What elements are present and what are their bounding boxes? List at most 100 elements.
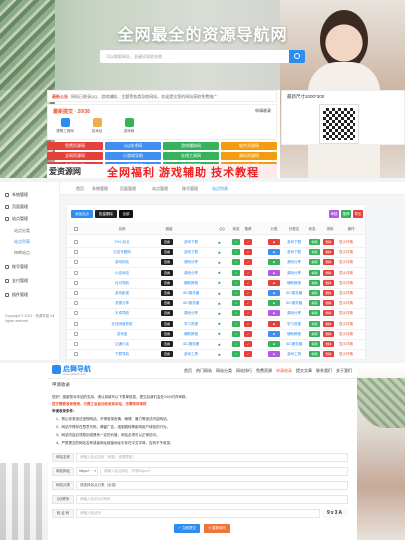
recommend-flag[interactable]: ✓ bbox=[244, 351, 252, 358]
row-link-badge[interactable]: 查看 bbox=[161, 330, 173, 337]
status-flag[interactable]: ✓ bbox=[232, 249, 240, 256]
row-category[interactable]: 源码分享 bbox=[177, 271, 205, 276]
nav-link[interactable]: 免费资源 bbox=[256, 368, 272, 374]
row-category[interactable]: 游戏下载 bbox=[177, 240, 205, 245]
detail-link[interactable]: 显示详情 bbox=[339, 311, 353, 316]
row-category[interactable]: 游戏工具 bbox=[177, 352, 205, 357]
row-category[interactable]: 源码分享 bbox=[177, 311, 205, 316]
delete-button[interactable]: 删除 bbox=[323, 269, 334, 276]
search-icon[interactable] bbox=[289, 50, 305, 63]
menu-item[interactable]: 页面管理 bbox=[5, 204, 28, 210]
nav-link[interactable]: 关于我们 bbox=[336, 368, 352, 374]
category-select[interactable]: 请选择站点分类（必选） bbox=[76, 481, 348, 490]
status-flag[interactable]: ✓ bbox=[232, 300, 240, 307]
edit-button[interactable]: 编辑 bbox=[309, 290, 320, 296]
delete-button[interactable]: 删除 bbox=[323, 310, 334, 317]
row-category[interactable]: IDC服务器 bbox=[177, 301, 205, 306]
row-category[interactable]: 辅助教程 bbox=[177, 332, 205, 337]
app-item[interactable]: 游戏网 bbox=[118, 118, 140, 134]
delete-button[interactable]: 删除 bbox=[323, 239, 334, 245]
delete-button[interactable]: 删除 bbox=[323, 249, 334, 256]
row-link-badge[interactable]: 查看 bbox=[161, 351, 173, 358]
status-flag[interactable]: ✓ bbox=[232, 341, 240, 347]
recommend-flag[interactable]: ✓ bbox=[244, 310, 252, 317]
recommend-flag[interactable]: ✓ bbox=[244, 269, 252, 276]
detail-link[interactable]: 显示详情 bbox=[339, 250, 353, 255]
menu-item[interactable]: 账号管理 bbox=[5, 264, 28, 270]
row-link-badge[interactable]: 查看 bbox=[161, 239, 173, 245]
row-link-badge[interactable]: 查看 bbox=[161, 341, 173, 347]
tab[interactable]: 系统管理 bbox=[92, 186, 108, 192]
row-checkbox[interactable] bbox=[74, 352, 78, 357]
row-site-name[interactable]: 小游戏站 bbox=[101, 271, 143, 276]
site-name-input[interactable]: 请输入站点名称（例如：资源导航） bbox=[76, 453, 348, 462]
category-button[interactable]: 源码资源网 bbox=[221, 152, 277, 160]
captcha-input[interactable]: 请输入验证码 bbox=[76, 509, 320, 518]
edit-button[interactable]: 编辑 bbox=[309, 341, 320, 347]
category-button[interactable]: QQ技术网 bbox=[105, 142, 161, 150]
category-button[interactable]: 软件资源网 bbox=[221, 142, 277, 150]
nav-link[interactable]: 热门网站 bbox=[196, 368, 212, 374]
nav-link[interactable]: 提交文章 bbox=[296, 368, 312, 374]
filter-all-button[interactable]: 全部 bbox=[119, 210, 133, 218]
edit-button[interactable]: 编辑 bbox=[309, 249, 320, 256]
delete-button[interactable]: 删除 bbox=[323, 290, 334, 296]
row-link-badge[interactable]: 查看 bbox=[161, 269, 173, 276]
row-checkbox[interactable] bbox=[74, 301, 78, 306]
recommend-flag[interactable]: ✓ bbox=[244, 290, 252, 296]
submenu-item[interactable]: 站点分类 bbox=[14, 228, 30, 234]
row-category[interactable]: IDC服务器 bbox=[177, 291, 205, 296]
edit-button[interactable]: 编辑 bbox=[309, 279, 320, 286]
row-checkbox[interactable] bbox=[74, 342, 78, 346]
detail-link[interactable]: 显示详情 bbox=[339, 281, 353, 286]
edit-button[interactable]: 编辑 bbox=[309, 310, 320, 317]
submenu-item[interactable]: 待审站点 bbox=[14, 250, 30, 256]
tab[interactable]: 首页 bbox=[76, 186, 84, 192]
row-checkbox[interactable] bbox=[74, 280, 78, 285]
tab-active[interactable]: 站点列表 bbox=[212, 186, 228, 192]
row-link-badge[interactable]: 查看 bbox=[161, 259, 173, 266]
recommend-flag[interactable]: ✓ bbox=[244, 239, 252, 245]
row-checkbox[interactable] bbox=[74, 311, 78, 316]
detail-link[interactable]: 显示详情 bbox=[339, 240, 353, 245]
row-link-badge[interactable]: 查看 bbox=[161, 249, 173, 256]
row-site-name[interactable]: 天卓导航 bbox=[101, 311, 143, 316]
recommend-flag[interactable]: ✓ bbox=[244, 300, 252, 307]
add-site-button[interactable]: 添加站点 bbox=[71, 210, 93, 218]
row-link-badge[interactable]: 查看 bbox=[161, 300, 173, 307]
delete-button[interactable]: 删除 bbox=[323, 351, 334, 358]
detail-link[interactable]: 显示详情 bbox=[339, 271, 353, 276]
delete-button[interactable]: 删除 bbox=[323, 300, 334, 307]
row-site-name[interactable]: 资源分享 bbox=[101, 301, 143, 306]
nav-link[interactable]: 网站分类 bbox=[216, 368, 232, 374]
row-site-name[interactable]: TH小站长 bbox=[101, 240, 143, 245]
row-checkbox[interactable] bbox=[74, 260, 78, 265]
recommend-flag[interactable]: ✓ bbox=[244, 249, 252, 256]
search-input[interactable]: 可以搜索网址，关键词导航名称 bbox=[100, 50, 305, 63]
status-flag[interactable]: ✓ bbox=[232, 279, 240, 286]
edit-button[interactable]: 编辑 bbox=[309, 269, 320, 276]
select-all-checkbox[interactable] bbox=[74, 227, 78, 231]
status-flag[interactable]: ✓ bbox=[232, 310, 240, 317]
row-link-badge[interactable]: 查看 bbox=[161, 290, 173, 296]
detail-link[interactable]: 显示详情 bbox=[339, 322, 353, 327]
recommend-flag[interactable]: ✓ bbox=[244, 259, 252, 266]
recommend-flag[interactable]: ✓ bbox=[244, 320, 252, 327]
row-site-name[interactable]: 游戏影视 bbox=[101, 291, 143, 296]
status-flag[interactable]: ✓ bbox=[232, 330, 240, 337]
app-item[interactable]: 技术站 bbox=[86, 118, 108, 134]
nav-link[interactable]: 首页 bbox=[184, 368, 192, 374]
detail-link[interactable]: 显示详情 bbox=[339, 260, 353, 265]
recommend-flag[interactable]: ✓ bbox=[244, 279, 252, 286]
submit-button[interactable]: ✓ 立即提交 bbox=[174, 524, 200, 533]
category-button[interactable]: 全网资源网 bbox=[47, 152, 103, 160]
edit-button[interactable]: 编辑 bbox=[309, 351, 320, 358]
recommend-flag[interactable]: ✓ bbox=[244, 341, 252, 347]
qq-input[interactable]: 请输入站长QQ号码 bbox=[76, 495, 348, 504]
edit-button[interactable]: 编辑 bbox=[309, 300, 320, 307]
category-button[interactable]: 免费资源网 bbox=[47, 142, 103, 150]
tab[interactable]: 页面管理 bbox=[120, 186, 136, 192]
recommend-flag[interactable]: ✓ bbox=[244, 330, 252, 337]
reset-button[interactable]: ↺ 重新填写 bbox=[204, 524, 230, 533]
detail-link[interactable]: 显示详情 bbox=[339, 342, 353, 347]
